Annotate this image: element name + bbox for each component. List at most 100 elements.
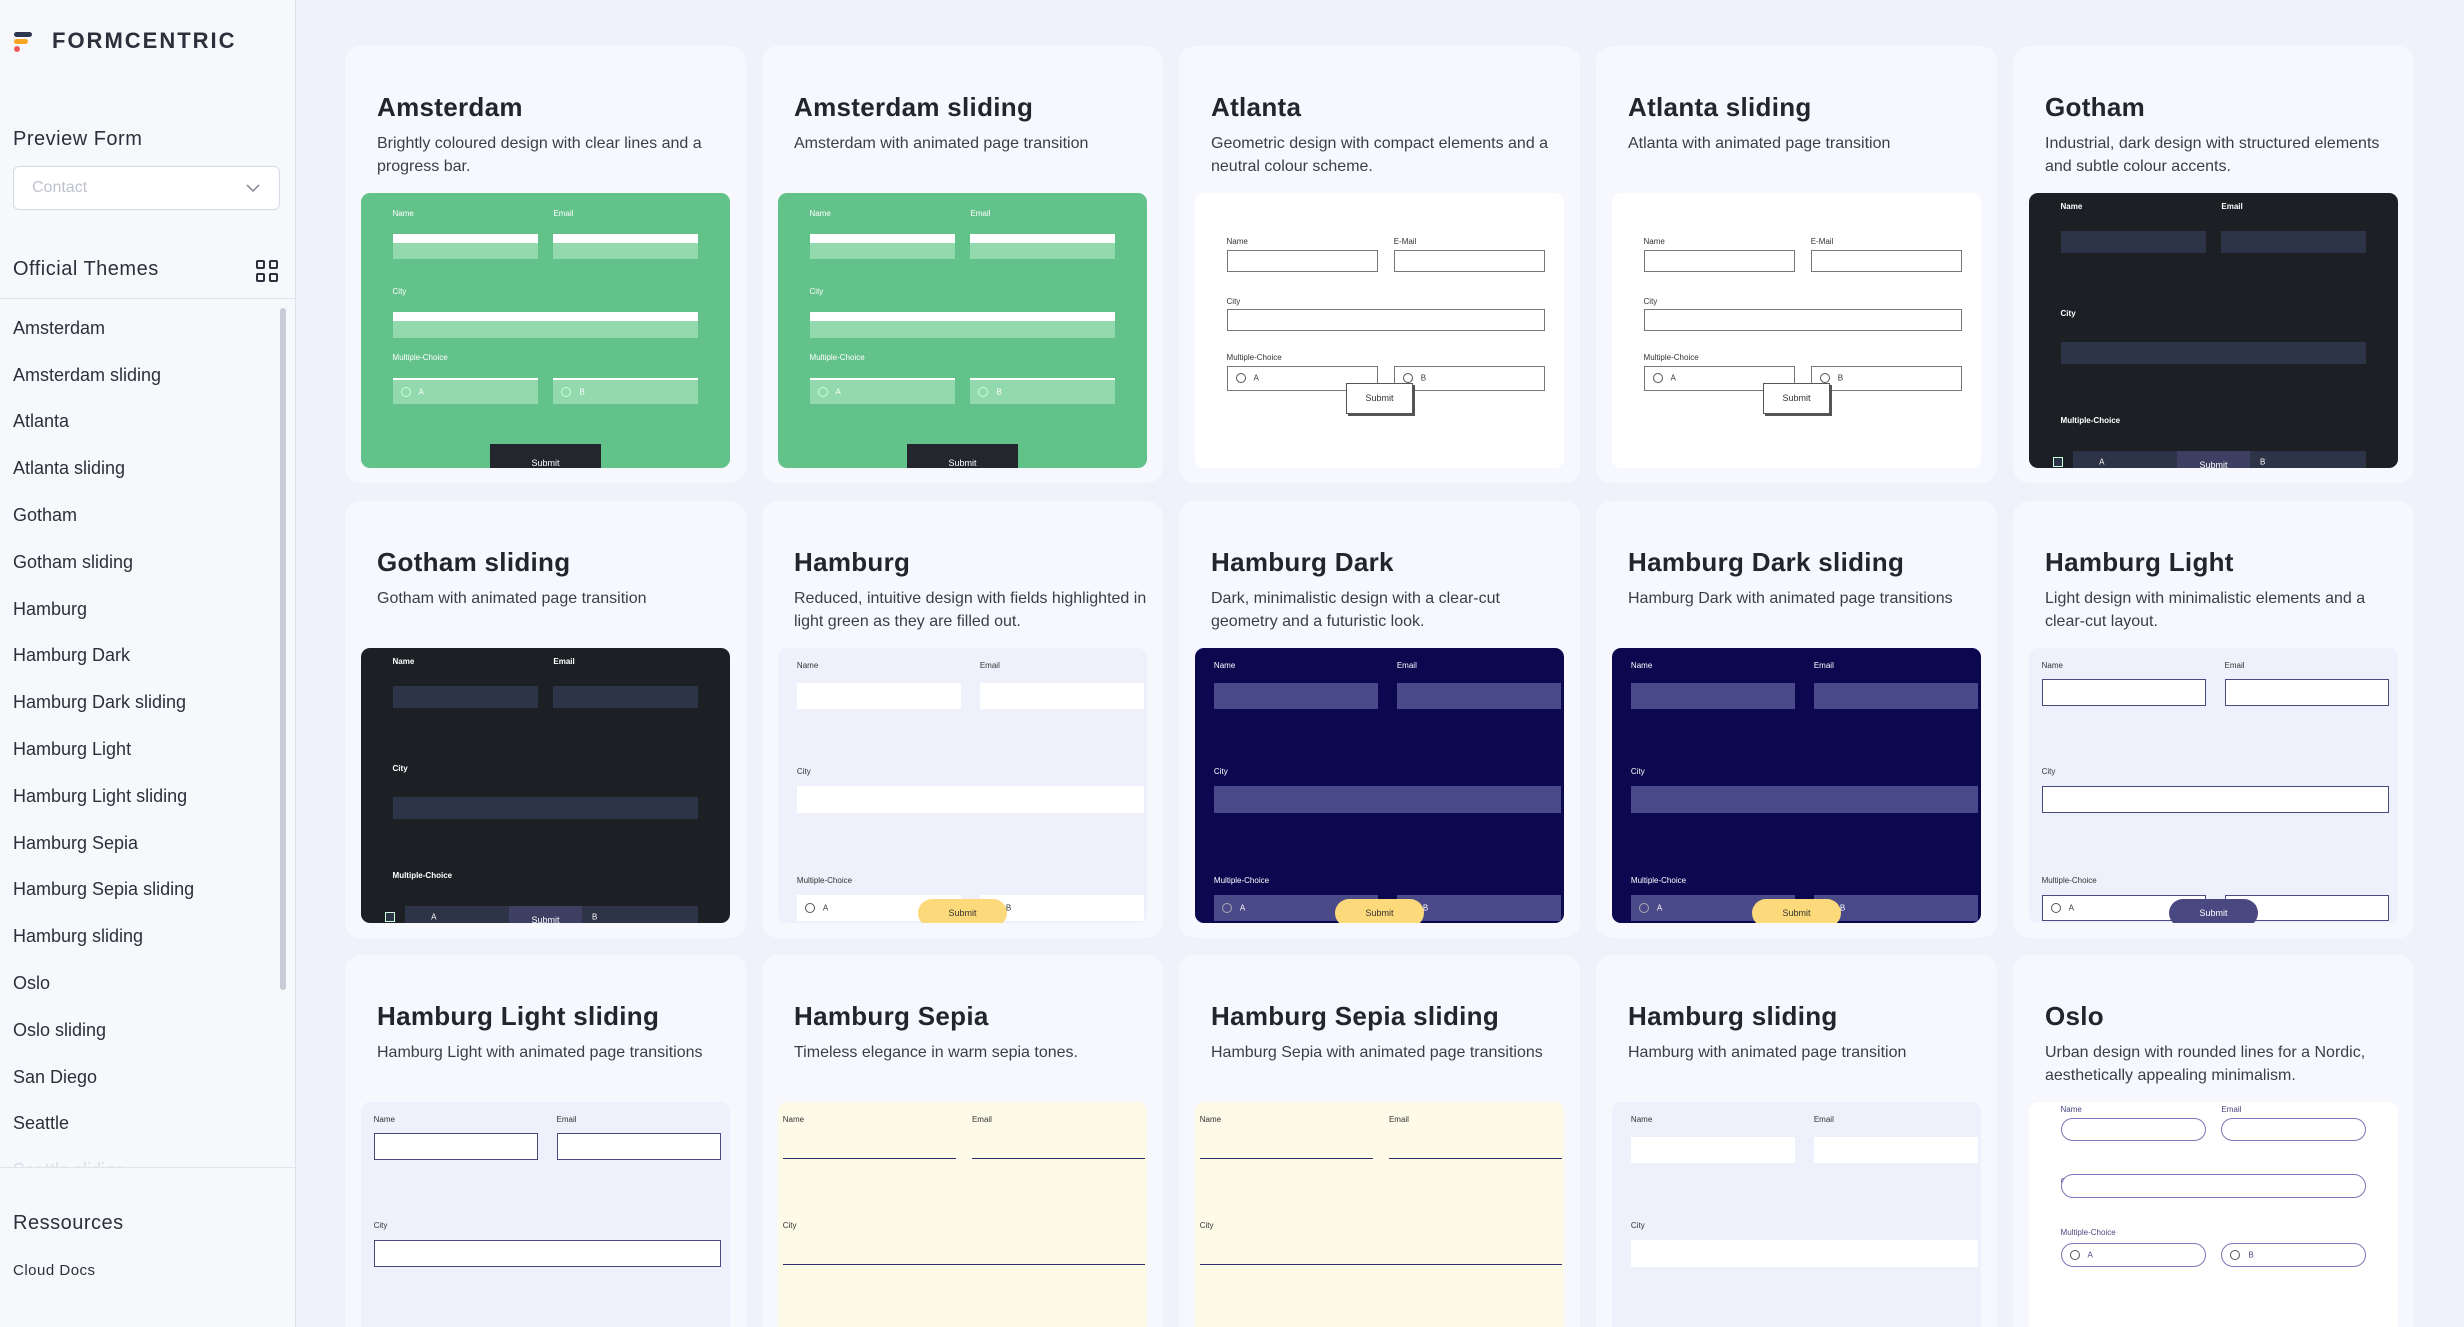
theme-list-item[interactable]: Hamburg xyxy=(0,586,280,633)
email-field[interactable] xyxy=(1388,1127,1563,1159)
cloud-docs-link[interactable]: Cloud Docs xyxy=(13,1262,96,1279)
name-field[interactable] xyxy=(1630,682,1795,710)
name-field[interactable] xyxy=(2041,679,2206,707)
theme-list-item[interactable]: Hamburg Dark sliding xyxy=(0,679,280,726)
email-field[interactable] xyxy=(556,1133,721,1161)
city-field[interactable] xyxy=(1199,1234,1563,1266)
email-field[interactable] xyxy=(2224,679,2389,707)
option-b[interactable]: B xyxy=(970,378,1116,404)
name-field[interactable] xyxy=(1643,249,1795,272)
city-field[interactable] xyxy=(2060,1174,2367,1198)
theme-card[interactable]: Amsterdam sliding Amsterdam with animated… xyxy=(762,46,1163,483)
city-field[interactable] xyxy=(2060,342,2367,365)
theme-list-item[interactable]: Atlanta xyxy=(0,399,280,446)
theme-list-item[interactable]: Oslo xyxy=(0,960,280,1007)
theme-card[interactable]: Gotham Industrial, dark design with struc… xyxy=(2013,46,2414,483)
email-field[interactable] xyxy=(1810,249,1963,272)
option-a[interactable]: A xyxy=(809,378,955,404)
theme-list-item[interactable]: Hamburg Sepia sliding xyxy=(0,867,280,914)
theme-card[interactable]: Gotham sliding Gotham with animated page … xyxy=(345,501,746,938)
theme-list-item[interactable]: Hamburg Sepia xyxy=(0,820,280,867)
name-field[interactable] xyxy=(373,1133,538,1161)
city-field[interactable] xyxy=(1630,786,1978,813)
city-field[interactable] xyxy=(2041,786,2389,813)
email-field[interactable] xyxy=(979,682,1144,710)
name-field[interactable] xyxy=(2060,1117,2206,1142)
email-field[interactable] xyxy=(1813,682,1978,710)
theme-list-item[interactable]: Hamburg Light sliding xyxy=(0,773,280,820)
theme-list-item[interactable]: San Diego xyxy=(0,1054,280,1101)
option-a[interactable]: A xyxy=(2060,1243,2206,1267)
city-field[interactable] xyxy=(1213,786,1561,813)
city-field[interactable] xyxy=(1630,1240,1978,1267)
city-field[interactable] xyxy=(392,797,699,820)
name-field[interactable] xyxy=(392,685,538,708)
email-field[interactable] xyxy=(2221,1117,2367,1142)
theme-list-item[interactable]: Amsterdam sliding xyxy=(0,352,280,399)
email-field[interactable] xyxy=(553,233,699,259)
submit-button[interactable]: Submit xyxy=(2169,899,2258,923)
theme-card[interactable]: Hamburg Light sliding Hamburg Light with … xyxy=(345,955,746,1327)
theme-list-scrollbar[interactable] xyxy=(280,308,286,990)
submit-button[interactable]: Submit xyxy=(509,905,582,923)
theme-card[interactable]: Hamburg Dark Dark, minimalistic design wi… xyxy=(1179,501,1580,938)
name-field[interactable] xyxy=(782,1127,957,1159)
email-field[interactable] xyxy=(1813,1136,1978,1164)
theme-card[interactable]: Hamburg Dark sliding Hamburg Dark with an… xyxy=(1596,501,1997,938)
email-field[interactable] xyxy=(1393,249,1546,272)
submit-button[interactable]: Submit xyxy=(2177,450,2250,468)
theme-list-item[interactable]: Gotham sliding xyxy=(0,539,280,586)
theme-list-item[interactable]: Amsterdam xyxy=(0,305,280,352)
logo[interactable]: FORMCENTRIC xyxy=(14,28,237,54)
email-field[interactable] xyxy=(2221,230,2367,253)
theme-card[interactable]: Hamburg Reduced, intuitive design with fi… xyxy=(762,501,1163,938)
city-field[interactable] xyxy=(1643,309,1963,332)
submit-button[interactable]: Submit xyxy=(1335,899,1424,923)
submit-button[interactable]: Submit xyxy=(918,899,1007,923)
theme-card[interactable]: Hamburg Sepia sliding Hamburg Sepia with … xyxy=(1179,955,1580,1327)
submit-button[interactable]: Submit xyxy=(1346,382,1413,415)
theme-list-item[interactable]: Hamburg Dark xyxy=(0,633,280,680)
option-b[interactable]: B xyxy=(2221,1243,2367,1267)
option-b[interactable]: B xyxy=(1393,365,1546,391)
theme-list-item[interactable]: Hamburg sliding xyxy=(0,913,280,960)
theme-card[interactable]: Atlanta sliding Atlanta with animated pag… xyxy=(1596,46,1997,483)
submit-button[interactable]: Submit xyxy=(1763,382,1830,415)
city-field[interactable] xyxy=(392,312,699,338)
preview-form-select[interactable]: Contact xyxy=(13,166,280,210)
city-field[interactable] xyxy=(373,1240,721,1267)
city-field[interactable] xyxy=(796,786,1144,813)
submit-button[interactable]: Submit xyxy=(490,444,601,468)
theme-card[interactable]: Atlanta Geometric design with compact ele… xyxy=(1179,46,1580,483)
email-field[interactable] xyxy=(970,233,1116,259)
theme-card[interactable]: Hamburg Sepia Timeless elegance in warm s… xyxy=(762,955,1163,1327)
option-b[interactable]: B xyxy=(2214,450,2367,468)
name-field[interactable] xyxy=(1213,682,1378,710)
city-field[interactable] xyxy=(1226,309,1546,332)
theme-card[interactable]: Amsterdam Brightly coloured design with c… xyxy=(345,46,746,483)
submit-button[interactable]: Submit xyxy=(1752,899,1841,923)
email-field[interactable] xyxy=(971,1127,1146,1159)
theme-card[interactable]: Oslo Urban design with rounded lines for … xyxy=(2013,955,2414,1327)
grid-view-icon[interactable] xyxy=(256,260,278,282)
theme-list-item[interactable]: Gotham xyxy=(0,492,280,539)
name-field[interactable] xyxy=(809,233,955,259)
theme-list-item[interactable]: Hamburg Light xyxy=(0,726,280,773)
name-field[interactable] xyxy=(1199,1127,1374,1159)
email-field[interactable] xyxy=(553,685,699,708)
name-field[interactable] xyxy=(1226,249,1378,272)
city-field[interactable] xyxy=(782,1234,1146,1266)
name-field[interactable] xyxy=(1630,1136,1795,1164)
option-b[interactable]: B xyxy=(553,378,699,404)
city-field[interactable] xyxy=(809,312,1116,338)
option-a[interactable]: A xyxy=(392,378,538,404)
name-field[interactable] xyxy=(796,682,961,710)
theme-card[interactable]: Hamburg sliding Hamburg with animated pag… xyxy=(1596,955,1997,1327)
submit-button[interactable]: Submit xyxy=(907,444,1018,468)
email-field[interactable] xyxy=(1396,682,1561,710)
name-field[interactable] xyxy=(2060,230,2206,253)
option-b[interactable]: B xyxy=(546,905,699,923)
theme-list-item[interactable]: Oslo sliding xyxy=(0,1007,280,1054)
name-field[interactable] xyxy=(392,233,538,259)
theme-list-item[interactable]: Atlanta sliding xyxy=(0,445,280,492)
